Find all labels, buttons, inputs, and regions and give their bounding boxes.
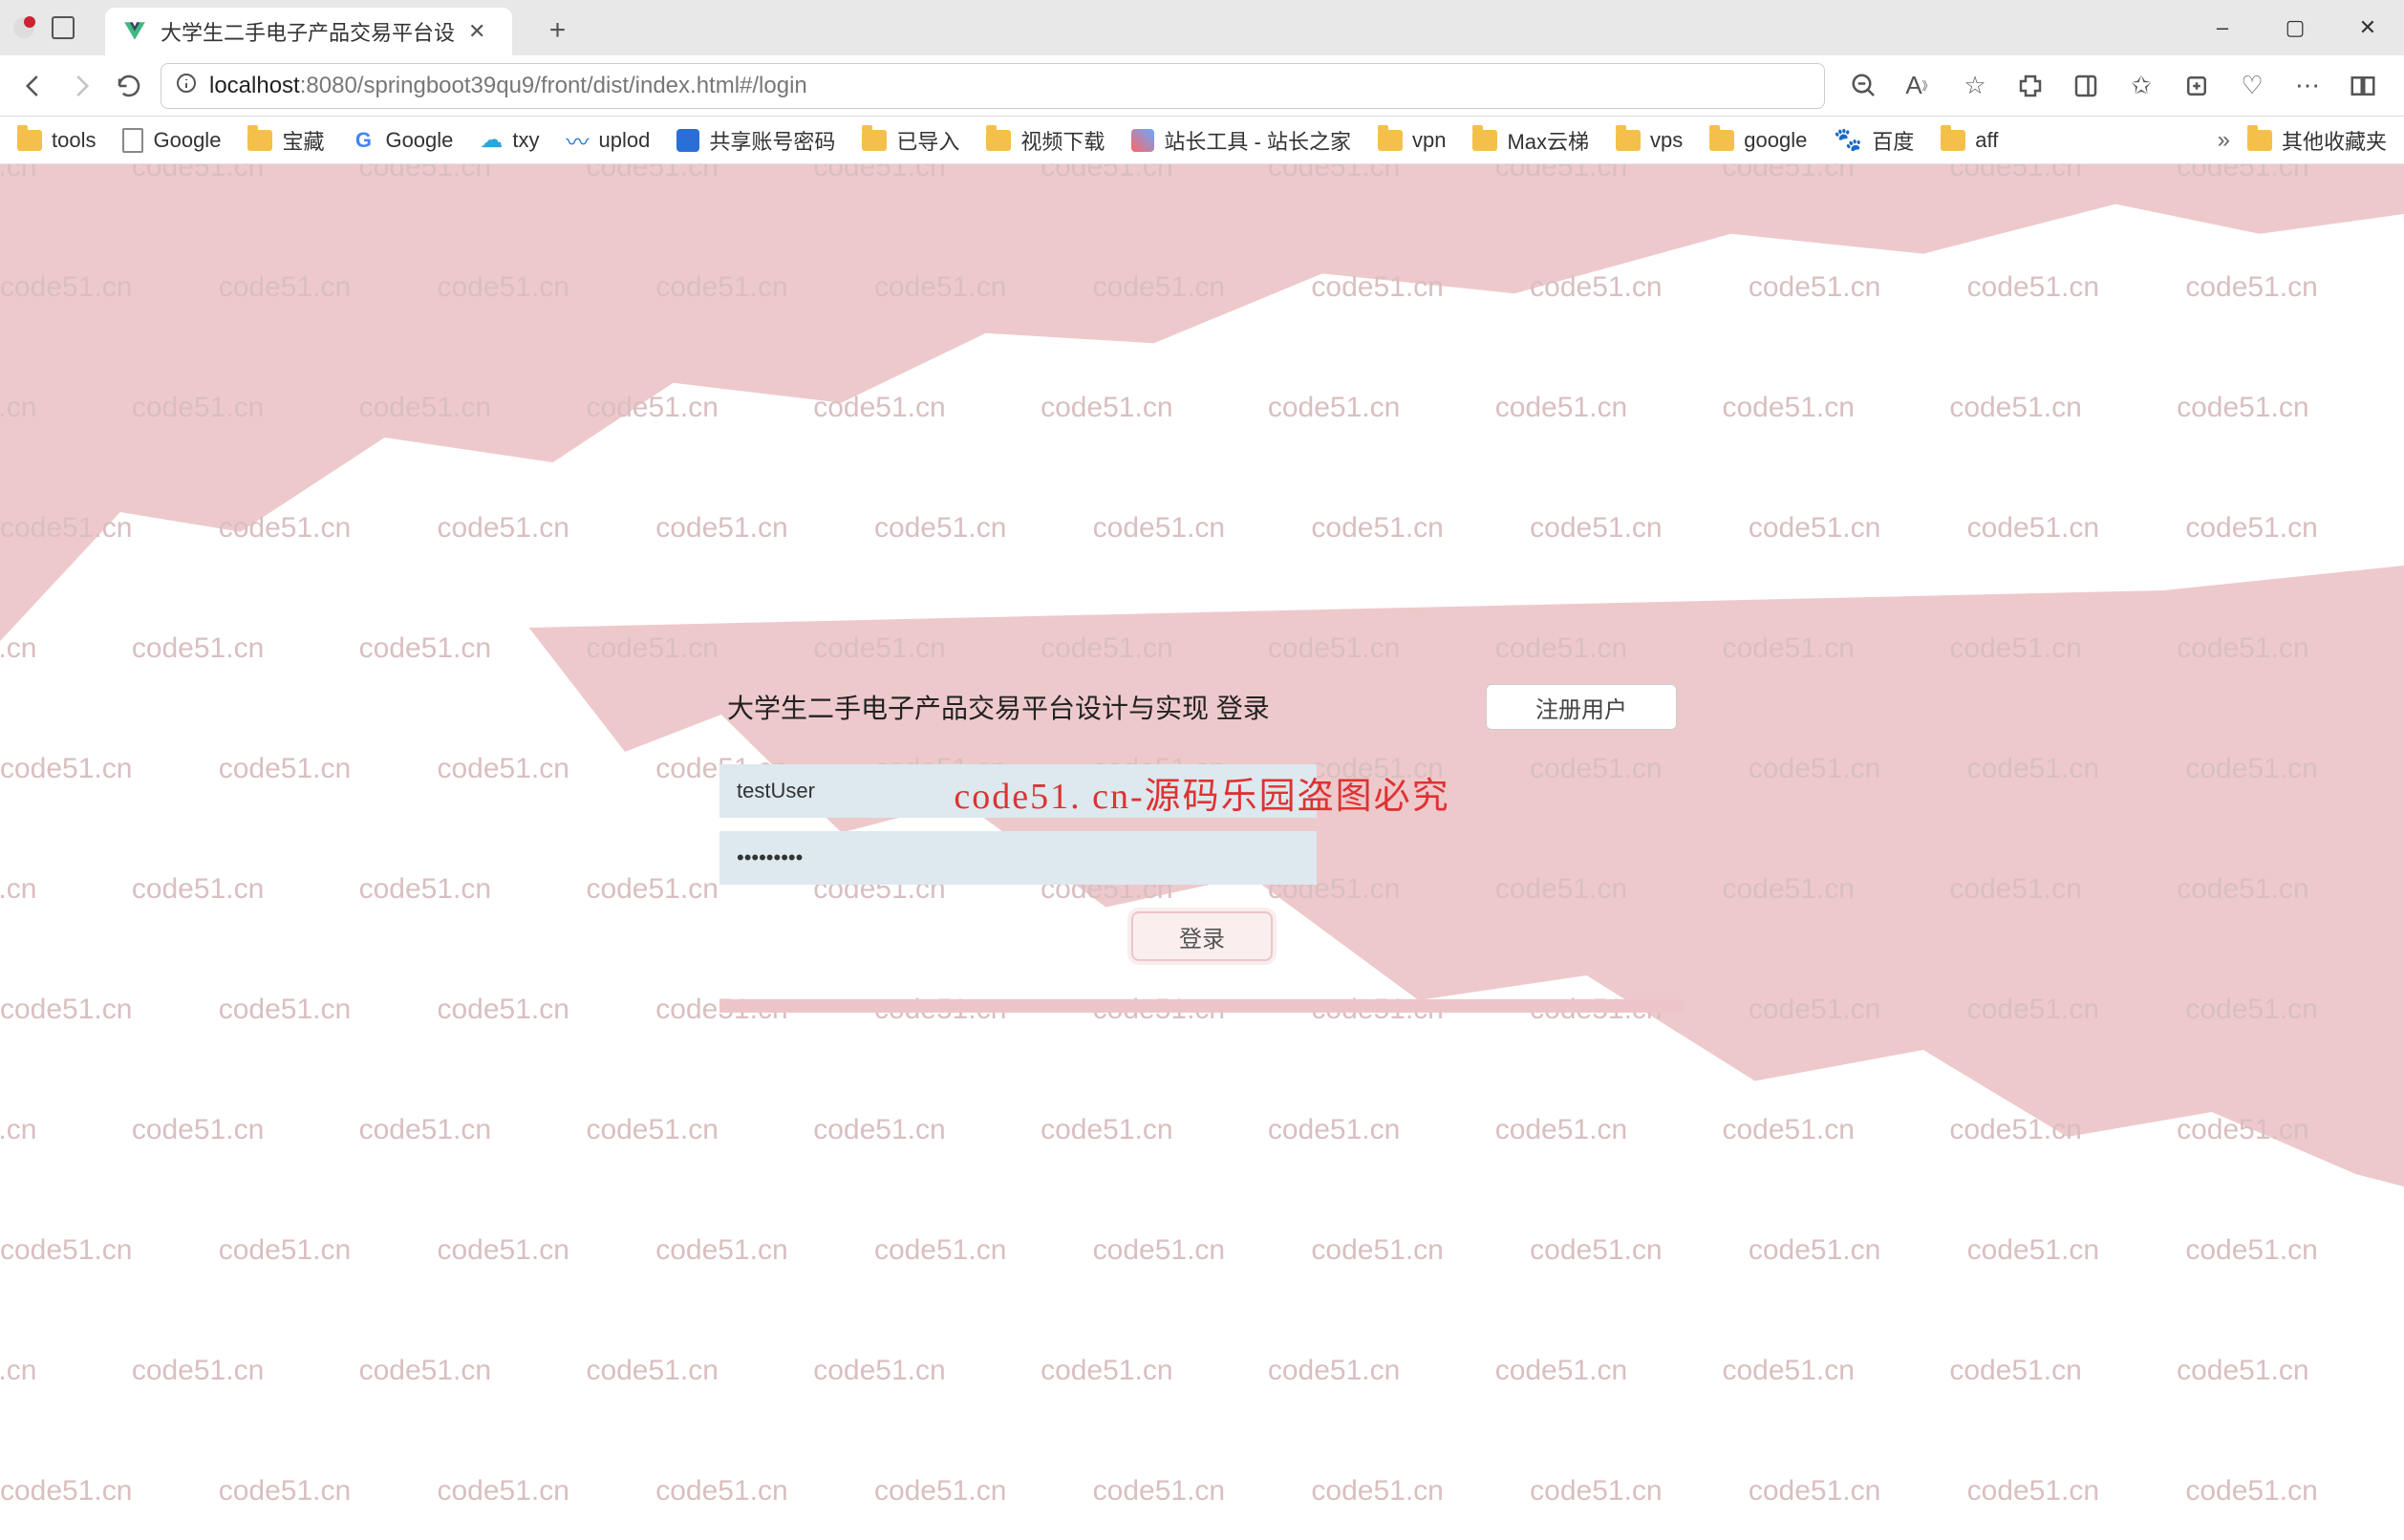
bookmark-label: 宝藏 [282,125,324,156]
url-text: localhost:8080/springboot39qu9/front/dis… [209,73,807,99]
nav-forward-button[interactable] [57,62,105,110]
password-input[interactable] [719,831,1317,885]
login-title: 大学生二手电子产品交易平台设计与实现 登录 [727,688,1270,726]
folder-icon [862,130,887,151]
folder-icon [247,130,272,151]
read-aloud-icon[interactable]: A》 [1905,72,1934,100]
new-tab-button[interactable]: + [535,9,579,53]
tab-close-icon[interactable]: ✕ [468,19,485,44]
sidebar-icon[interactable] [2071,72,2100,100]
folder-icon [17,130,42,151]
folder-icon [1616,130,1641,151]
shopping-icon[interactable]: ♡ [2238,72,2266,100]
page-icon [122,128,143,153]
wave-icon: 〰 [567,123,590,157]
folder-icon [1378,130,1403,151]
split-icon[interactable] [2349,72,2377,100]
login-bottom-bar [719,999,1685,1013]
login-panel: 大学生二手电子产品交易平台设计与实现 登录 注册用户 登录 [719,684,1685,1013]
nav-back-button[interactable] [10,62,57,110]
tab-title: 大学生二手电子产品交易平台设 [161,16,455,47]
bookmark-imported[interactable]: 已导入 [862,125,959,156]
bookmark-vpn[interactable]: vpn [1378,128,1446,153]
paw-icon: 🐾 [1834,126,1862,154]
decorative-wave-top [0,164,2404,661]
grid-icon [1131,129,1154,152]
folder-icon [1472,130,1497,151]
bookmark-baidu[interactable]: 🐾 百度 [1834,125,1914,156]
folder-icon [1709,130,1734,151]
window-maximize-button[interactable]: ▢ [2259,0,2331,55]
nav-refresh-button[interactable] [105,62,153,110]
folder-icon [2247,130,2272,151]
bookmark-treasure[interactable]: 宝藏 [247,125,324,156]
favorites-icon[interactable]: ✩ [2127,72,2156,100]
register-button[interactable]: 注册用户 [1486,684,1677,730]
workspaces-icon[interactable] [52,16,75,39]
cloud-icon: ☁ [480,126,503,154]
bookmark-label: 站长工具 - 站长之家 [1164,125,1351,156]
bookmark-label: aff [1975,128,1998,153]
bookmark-label: 共享账号密码 [709,125,835,156]
page-viewport: code51.cncode51.cncode51.cncode51.cncode… [0,164,2404,1540]
bookmark-label: Google [153,128,221,153]
address-bar-row: localhost:8080/springboot39qu9/front/dis… [0,55,2404,117]
center-watermark-text: code51. cn-源码乐园盗图必究 [954,766,1449,819]
more-icon[interactable]: ⋯ [2293,72,2322,100]
extensions-icon[interactable] [2016,72,2045,100]
bookmark-label: Google [385,128,453,153]
address-bar[interactable]: localhost:8080/springboot39qu9/front/dis… [161,63,1825,109]
bookmark-webmaster-tools[interactable]: 站长工具 - 站长之家 [1131,125,1351,156]
bookmark-label: 已导入 [896,125,959,156]
bookmark-txy[interactable]: ☁ txy [480,126,539,154]
star-icon[interactable]: ☆ [1961,72,1989,100]
bookmark-uplod[interactable]: 〰 uplod [567,123,651,157]
bookmark-label: txy [512,128,539,153]
bookmark-label: google [1744,128,1807,153]
profile-avatar-icon[interactable] [13,17,34,38]
bookmark-google[interactable]: G Google [351,128,453,153]
bookmark-other-favorites[interactable]: 其他收藏夹 [2247,125,2387,156]
bookmarks-bar: tools Google 宝藏 G Google ☁ txy 〰 uplod 共享账号… [0,117,2404,164]
bookmark-shared-accounts[interactable]: 共享账号密码 [676,125,835,156]
bookmark-label: tools [52,128,96,153]
bookmark-label: uplod [599,128,651,153]
bookmark-aff[interactable]: aff [1941,128,1998,153]
bookmark-google-page[interactable]: Google [122,128,221,153]
bookmark-label: Max云梯 [1507,125,1589,156]
bookmark-label: 百度 [1872,125,1914,156]
bookmarks-overflow-chevron-icon[interactable]: » [2218,127,2230,154]
collections-icon[interactable] [2182,72,2211,100]
bookmark-vps[interactable]: vps [1616,128,1683,153]
folder-icon [1941,130,1965,151]
google-g-icon: G [351,128,376,153]
window-titlebar: 大学生二手电子产品交易平台设 ✕ + – ▢ ✕ [0,0,2404,55]
folder-icon [986,130,1011,151]
bookmark-max-ladder[interactable]: Max云梯 [1472,125,1589,156]
login-button[interactable]: 登录 [1131,911,1273,961]
browser-tab[interactable]: 大学生二手电子产品交易平台设 ✕ [105,8,512,55]
window-close-button[interactable]: ✕ [2331,0,2404,55]
toolbar-right-icons: A》 ☆ ✩ ♡ ⋯ [1833,72,2394,100]
bookmark-label: 视频下载 [1020,125,1105,156]
site-info-icon[interactable] [175,72,198,99]
app-icon [676,129,699,152]
bookmark-label: vps [1650,128,1683,153]
bookmark-label: vpn [1412,128,1446,153]
window-minimize-button[interactable]: – [2186,0,2259,55]
zoom-out-icon[interactable] [1850,72,1878,100]
bookmark-video-download[interactable]: 视频下载 [986,125,1105,156]
bookmark-label: 其他收藏夹 [2282,125,2387,156]
bookmark-tools[interactable]: tools [17,128,96,153]
bookmark-google-folder[interactable]: google [1709,128,1807,153]
vue-favicon-icon [122,19,147,44]
